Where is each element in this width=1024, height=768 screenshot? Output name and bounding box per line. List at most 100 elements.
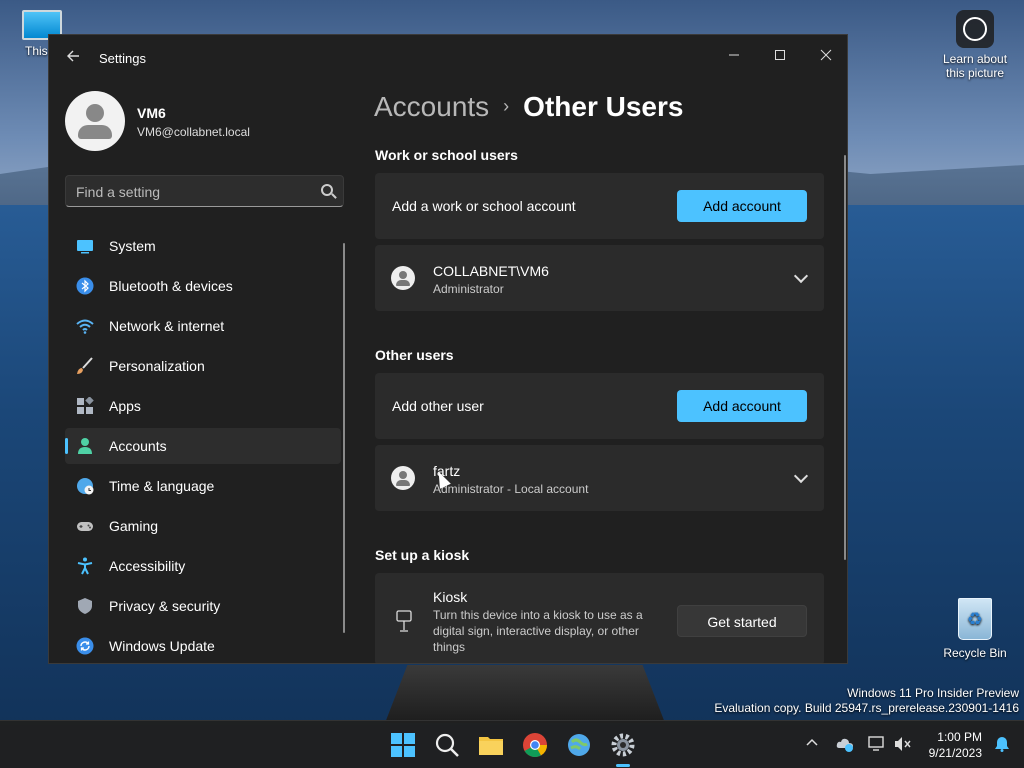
desktop-icon-recycle-bin[interactable]: ♻ Recycle Bin	[940, 598, 1010, 660]
sidebar-scrollbar[interactable]	[343, 243, 345, 633]
sidebar-item-label: Privacy & security	[109, 598, 221, 614]
sidebar-item-label: Accounts	[109, 438, 167, 454]
windows-start-icon[interactable]	[390, 732, 416, 758]
sidebar-item-system[interactable]: System	[65, 228, 341, 264]
wifi-icon	[76, 319, 94, 334]
onedrive-icon[interactable]	[836, 736, 854, 755]
get-started-button[interactable]: Get started	[677, 605, 807, 637]
add-work-account-label: Add a work or school account	[392, 198, 576, 214]
sidebar-item-accessibility[interactable]: Accessibility	[65, 548, 341, 584]
kiosk-icon	[396, 610, 412, 632]
user-profile[interactable]: VM6 VM6@collabnet.local	[65, 91, 345, 151]
add-work-account-card: Add a work or school account Add account	[375, 173, 824, 239]
profile-name: VM6	[137, 105, 166, 121]
breadcrumb-separator: ›	[503, 96, 510, 116]
notification-bell-icon[interactable]	[994, 736, 1010, 752]
sidebar-item-label: System	[109, 238, 156, 254]
volume-muted-icon[interactable]	[894, 736, 912, 755]
section-title-kiosk: Set up a kiosk	[375, 547, 470, 563]
sidebar-item-bluetooth[interactable]: Bluetooth & devices	[65, 268, 341, 304]
person-icon	[78, 438, 92, 454]
settings-window: Settings VM6 VM6@collabnet.local Find a …	[48, 34, 848, 664]
sidebar-item-windows-update[interactable]: Windows Update	[65, 628, 341, 663]
network-globe-icon[interactable]	[566, 732, 592, 758]
search-input[interactable]: Find a setting	[65, 175, 344, 207]
page-title: Other Users	[523, 91, 684, 122]
system-icon	[77, 240, 93, 254]
chevron-down-icon[interactable]	[793, 468, 809, 484]
file-explorer-icon[interactable]	[478, 732, 504, 758]
window-title: Settings	[99, 51, 146, 66]
maximize-button[interactable]	[757, 41, 803, 71]
search-placeholder: Find a setting	[76, 184, 161, 200]
minimize-button[interactable]	[711, 41, 757, 71]
sidebar-item-label: Apps	[109, 398, 141, 414]
wallpaper-pier	[385, 665, 665, 723]
title-bar[interactable]: Settings	[49, 35, 847, 81]
add-other-user-button[interactable]: Add account	[677, 390, 807, 422]
add-work-account-button[interactable]: Add account	[677, 190, 807, 222]
search-icon[interactable]	[434, 732, 460, 758]
sidebar-item-gaming[interactable]: Gaming	[65, 508, 341, 544]
desktop-icon-label: Recycle Bin	[943, 646, 1007, 660]
maximize-icon	[775, 50, 785, 60]
apps-icon	[77, 397, 94, 414]
recycle-bin-icon: ♻	[958, 598, 992, 640]
sidebar-item-time-language[interactable]: Time & language	[65, 468, 341, 504]
sidebar-item-label: Personalization	[109, 358, 205, 374]
add-other-user-label: Add other user	[392, 398, 484, 414]
sidebar-item-label: Gaming	[109, 518, 159, 534]
gamepad-icon	[77, 522, 93, 531]
close-button[interactable]	[803, 41, 847, 71]
avatar	[391, 266, 415, 290]
user-role: Administrator - Local account	[433, 482, 589, 496]
add-other-user-card: Add other user Add account	[375, 373, 824, 439]
bluetooth-icon	[76, 277, 94, 295]
clock-date: 9/21/2023	[928, 746, 982, 760]
sidebar-item-personalization[interactable]: Personalization	[65, 348, 341, 384]
sidebar-item-accounts[interactable]: Accounts	[65, 428, 341, 464]
sidebar-item-label: Windows Update	[109, 638, 215, 654]
clock-time: 1:00 PM	[937, 730, 982, 744]
arrow-left-icon	[67, 50, 79, 62]
user-name: COLLABNET\VM6	[433, 263, 549, 279]
taskbar: 1:00 PM 9/21/2023	[0, 720, 1024, 768]
section-title-other-users: Other users	[375, 347, 454, 363]
system-clock[interactable]: 1:00 PM 9/21/2023	[929, 729, 982, 761]
camera-icon	[956, 10, 994, 48]
chevron-up-icon[interactable]	[806, 736, 818, 752]
chevron-down-icon[interactable]	[793, 268, 809, 284]
back-button[interactable]	[63, 49, 83, 69]
breadcrumb-parent[interactable]: Accounts	[374, 91, 489, 122]
sidebar-item-label: Network & internet	[109, 318, 225, 334]
settings-gear-icon[interactable]	[610, 732, 636, 758]
kiosk-card: Kiosk Turn this device into a kiosk to u…	[375, 573, 824, 663]
active-app-indicator	[616, 764, 630, 767]
kiosk-description: Turn this device into a kiosk to use as …	[433, 608, 643, 654]
user-role: Administrator	[433, 282, 504, 296]
desktop-icon-learn-about-picture[interactable]: Learn about this picture	[938, 10, 1012, 80]
work-user-row[interactable]: COLLABNET\VM6 Administrator	[375, 245, 824, 311]
content-scrollbar[interactable]	[844, 155, 846, 560]
sidebar-item-label: Accessibility	[109, 558, 186, 574]
kiosk-title: Kiosk	[433, 589, 468, 605]
desktop-icon-label: Learn about this picture	[942, 52, 1008, 80]
sidebar-item-label: Time & language	[109, 478, 215, 494]
brush-icon	[77, 357, 93, 374]
avatar	[65, 91, 125, 151]
evaluation-watermark: Windows 11 Pro Insider Preview Evaluatio…	[714, 686, 1019, 715]
sidebar-item-apps[interactable]: Apps	[65, 388, 341, 424]
sidebar-nav: System Bluetooth & devices Network & int…	[65, 228, 341, 663]
sidebar-item-label: Bluetooth & devices	[109, 278, 233, 294]
close-icon	[820, 49, 832, 61]
sidebar-item-network[interactable]: Network & internet	[65, 308, 341, 344]
sidebar-item-privacy-security[interactable]: Privacy & security	[65, 588, 341, 624]
search-icon	[321, 184, 333, 196]
profile-email: VM6@collabnet.local	[137, 125, 250, 139]
breadcrumb: Accounts › Other Users	[374, 91, 683, 123]
accessibility-icon	[77, 557, 93, 575]
chrome-icon[interactable]	[522, 732, 548, 758]
update-icon	[76, 637, 94, 655]
minimize-icon	[729, 54, 739, 56]
display-network-icon[interactable]	[868, 736, 886, 755]
